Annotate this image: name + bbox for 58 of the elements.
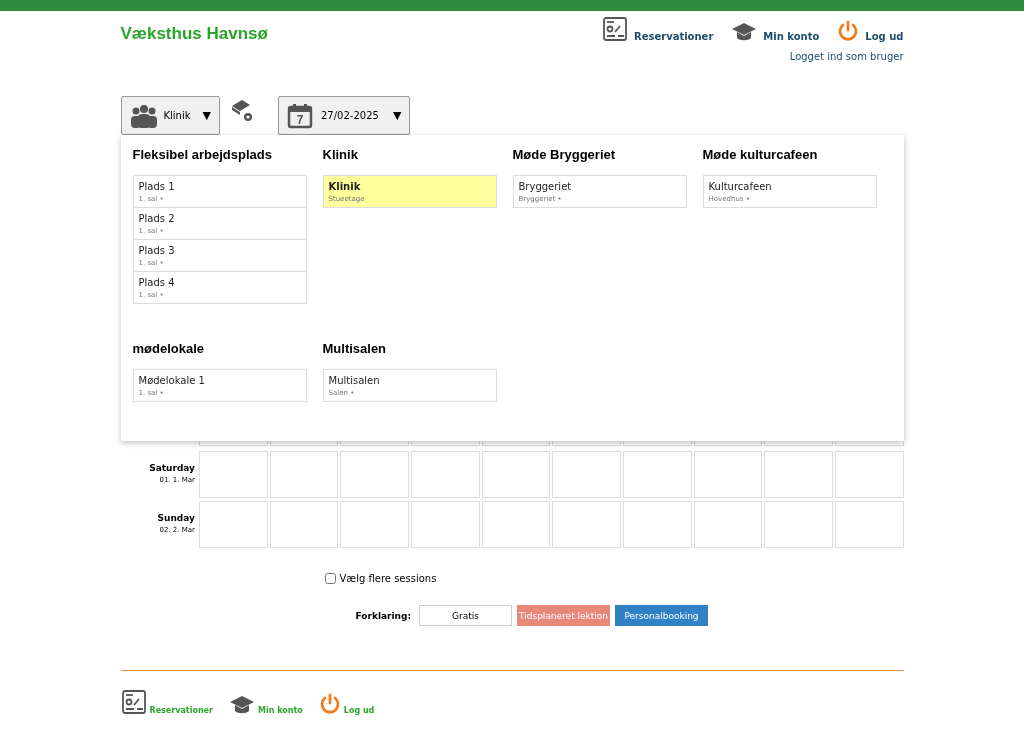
nav-link[interactable]: Min konto bbox=[731, 16, 820, 42]
time-slot[interactable] bbox=[622, 501, 692, 548]
time-slot[interactable] bbox=[834, 451, 904, 498]
date-dropdown[interactable]: 7 27/02-2025 ▼ bbox=[278, 96, 411, 135]
time-slot[interactable] bbox=[199, 501, 268, 548]
resource-dropdown[interactable]: Klinik ▼ bbox=[120, 96, 220, 135]
time-slot[interactable] bbox=[622, 451, 692, 498]
time-slot[interactable] bbox=[340, 451, 409, 498]
group-title: Møde kulturcafeen bbox=[702, 147, 819, 162]
multi-session-checkbox[interactable] bbox=[324, 573, 336, 584]
time-slot[interactable] bbox=[834, 501, 904, 548]
resource-name: Bryggeriet bbox=[518, 181, 573, 192]
graduation-cap-icon bbox=[731, 22, 758, 42]
resource-name: Plads 3 bbox=[138, 245, 176, 256]
legend-item: Tidsplaneret lektion bbox=[517, 605, 611, 626]
power-icon bbox=[837, 20, 860, 42]
time-slot[interactable] bbox=[764, 451, 833, 498]
legend-label: Forklaring: bbox=[355, 610, 412, 621]
time-slot[interactable] bbox=[199, 451, 268, 498]
time-slot[interactable] bbox=[693, 451, 763, 498]
resource-name: Kulturcafeen bbox=[708, 181, 773, 192]
group-title: Møde Bryggeriet bbox=[512, 147, 617, 162]
time-slot[interactable] bbox=[410, 501, 480, 548]
time-slot[interactable] bbox=[481, 501, 551, 548]
calendar-tools-icon bbox=[602, 16, 628, 42]
time-slot[interactable] bbox=[269, 451, 339, 498]
time-slot[interactable] bbox=[410, 451, 480, 498]
nav-link[interactable]: Reservationer bbox=[602, 16, 714, 42]
login-status: Logget ind som bruger bbox=[789, 51, 904, 62]
group-title: Klinik bbox=[322, 147, 359, 162]
checkbox-label: Vælg flere sessions bbox=[339, 573, 437, 584]
group-title: mødelokale bbox=[132, 341, 206, 356]
resource-name: Klinik bbox=[328, 181, 362, 192]
legend-item: Gratis bbox=[419, 605, 513, 626]
group-title: Fleksibel arbejdsplads bbox=[132, 147, 273, 162]
time-slot[interactable] bbox=[481, 451, 551, 498]
site-title: Væksthus Havnsø bbox=[120, 24, 268, 44]
resource-name: Plads 1 bbox=[138, 181, 176, 192]
nav-link[interactable]: Log ud bbox=[837, 16, 904, 42]
day-name: Saturday bbox=[148, 463, 195, 473]
resource-name: Plads 2 bbox=[138, 213, 176, 224]
resource-name: Multisalen bbox=[328, 375, 381, 386]
day-name: Sunday bbox=[156, 513, 195, 523]
legend-item: Personalbooking bbox=[615, 605, 709, 626]
time-slot[interactable] bbox=[693, 501, 763, 548]
graduation-cap-icon bbox=[228, 695, 255, 715]
resource-name: Mødelokale 1 bbox=[138, 375, 206, 386]
group-title: Multisalen bbox=[322, 341, 388, 356]
resource-name: Plads 4 bbox=[138, 277, 176, 288]
calendar-tools-icon bbox=[120, 689, 147, 715]
time-slot[interactable] bbox=[269, 501, 339, 548]
calendar-icon: 7 bbox=[287, 102, 313, 129]
time-slot[interactable] bbox=[764, 501, 833, 548]
time-slot[interactable] bbox=[340, 501, 409, 548]
people-icon bbox=[129, 103, 158, 128]
time-slot[interactable] bbox=[552, 451, 621, 498]
power-icon bbox=[318, 693, 341, 715]
time-slot[interactable] bbox=[552, 501, 621, 548]
